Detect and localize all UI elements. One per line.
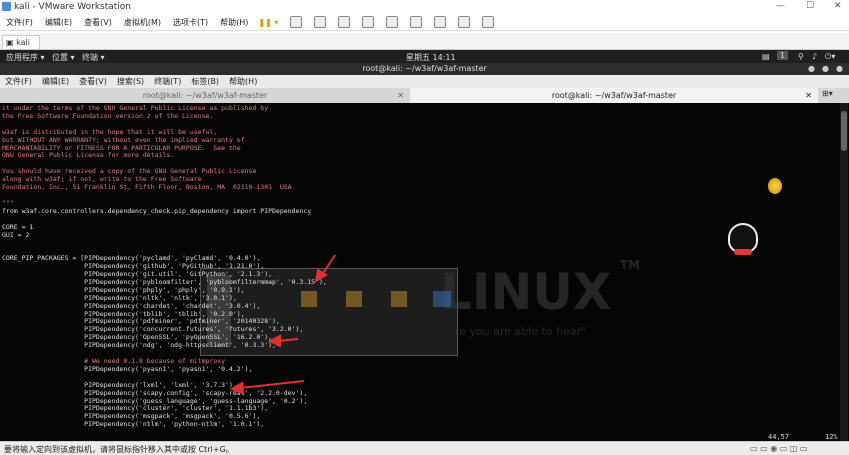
menu-edit[interactable]: 编辑(E) — [45, 17, 72, 28]
maximize-icon[interactable]: ☐ — [806, 1, 814, 11]
term-menu-file[interactable]: 文件(F) — [5, 76, 32, 87]
menu-vm[interactable]: 虚拟机(M) — [124, 17, 161, 28]
places-menu[interactable]: 位置 ▾ — [52, 52, 75, 63]
network-icon[interactable]: ⚲ — [798, 52, 804, 61]
terminal-window: root@kali: ~/w3af/w3af-master ● ● ● 文件(F… — [0, 63, 849, 441]
arrow-pybloomfilter — [321, 254, 336, 276]
console-icon[interactable] — [410, 16, 423, 28]
bulb-icon — [768, 178, 782, 194]
vmware-menubar: 文件(F) 编辑(E) 查看(V) 虚拟机(M) 选项卡(T) 帮助(H) ❚❚… — [0, 14, 849, 31]
arrow-head — [229, 381, 245, 395]
fullscreen-icon[interactable] — [434, 16, 447, 28]
window-titlebar: kali - VMware Workstation — ☐ ✕ — [0, 0, 849, 14]
terminal-menubar: 文件(F) 编辑(E) 查看(V) 搜索(S) 终端(T) 标签(B) 帮助(H… — [0, 75, 849, 88]
terminal-tab-1-close-icon[interactable]: ✕ — [397, 88, 404, 103]
minimize-icon[interactable]: — — [776, 1, 785, 11]
power-icon[interactable]: ⏻▾ — [825, 52, 835, 62]
terminal-scrollbar[interactable] — [840, 103, 848, 441]
term-menu-terminal[interactable]: 终端(T) — [154, 76, 181, 87]
revert-icon[interactable] — [338, 16, 351, 28]
volume-icon[interactable]: ♪ — [812, 52, 817, 61]
terminal-tab-1[interactable]: root@kali: ~/w3af/w3af-master ✕ — [0, 88, 410, 103]
clock[interactable]: 星期五 14:11 — [406, 52, 456, 63]
workspace-indicator[interactable]: 1 — [777, 51, 789, 60]
send-keys-icon[interactable] — [290, 16, 303, 28]
terminal-tab-1-label: root@kali: ~/w3af/w3af-master — [142, 91, 268, 100]
terminal-tab-2-close-icon[interactable]: ✕ — [805, 88, 812, 103]
terminal-maximize-icon[interactable]: ● — [822, 64, 829, 73]
menu-tabs[interactable]: 选项卡(T) — [173, 17, 208, 28]
snapshot-icon[interactable] — [314, 16, 327, 28]
cursor-position: 44,57 — [768, 433, 790, 441]
pause-icon[interactable]: ❚❚ ▾ — [258, 18, 278, 27]
snapshot-manager-icon[interactable] — [362, 16, 375, 28]
term-menu-help[interactable]: 帮助(H) — [229, 76, 257, 87]
term-menu-search[interactable]: 搜索(S) — [117, 76, 144, 87]
qq-penguin-icon[interactable] — [728, 223, 758, 259]
gnome-top-bar: 应用程序 ▾ 位置 ▾ 终端 ▾ 星期五 14:11 ▤ 1 ⚲ ♪ ⏻▾ — [0, 50, 849, 63]
terminal-content[interactable]: LINUX TM re you are able to hear" it und… — [0, 103, 849, 441]
vm-tabstrip: ▣ kali ✕ — [0, 33, 849, 56]
tab-label: kali — [16, 38, 30, 47]
terminal-tab-2-label: root@kali: ~/w3af/w3af-master — [551, 91, 677, 100]
device-icons[interactable]: ▭ ▭ ◉ ▭ ◫ ▭ — [750, 444, 808, 453]
scroll-percent: 12% — [825, 433, 838, 441]
vmware-icon — [2, 2, 11, 11]
term-menu-edit[interactable]: 编辑(E) — [42, 76, 69, 87]
arrow-head — [267, 334, 281, 348]
terminal-minimize-icon[interactable]: ● — [808, 64, 815, 73]
term-menu-view[interactable]: 查看(V) — [79, 76, 107, 87]
scrollbar-thumb[interactable] — [841, 111, 847, 151]
annotation-arrows — [229, 254, 336, 395]
applications-menu[interactable]: 应用程序 ▾ — [6, 52, 45, 63]
terminal-tabs: root@kali: ~/w3af/w3af-master ✕ root@kal… — [0, 88, 849, 103]
vmware-statusbar: 要将输入定向到该虚拟机，请将鼠标指针移入其中或按 Ctrl+G。 ▭ ▭ ◉ ▭… — [0, 441, 849, 455]
menu-view[interactable]: 查看(V) — [84, 17, 112, 28]
terminal-tab-2[interactable]: root@kali: ~/w3af/w3af-master ✕ — [410, 88, 818, 103]
new-tab-icon[interactable]: ⊞▾ — [822, 89, 833, 98]
window-title: kali - VMware Workstation — [14, 2, 131, 12]
status-text: 要将输入定向到该虚拟机，请将鼠标指针移入其中或按 Ctrl+G。 — [4, 445, 234, 454]
menu-file[interactable]: 文件(F) — [6, 17, 33, 28]
view-icon[interactable] — [482, 16, 495, 28]
term-menu-tabs[interactable]: 标签(B) — [191, 76, 219, 87]
unity-icon[interactable] — [458, 16, 471, 28]
menu-help[interactable]: 帮助(H) — [220, 17, 248, 28]
tab-kali[interactable]: ▣ kali ✕ — [2, 35, 40, 56]
library-icon[interactable] — [386, 16, 399, 28]
terminal-menu[interactable]: 终端 ▾ — [82, 52, 105, 63]
terminal-title: root@kali: ~/w3af/w3af-master — [0, 63, 849, 75]
vm-tab-icon: ▣ — [6, 38, 14, 47]
close-icon[interactable]: ✕ — [834, 1, 842, 11]
video-icon[interactable]: ▤ — [762, 52, 770, 61]
terminal-close-icon[interactable]: ● — [836, 64, 843, 73]
arrow-lxml — [239, 380, 305, 389]
